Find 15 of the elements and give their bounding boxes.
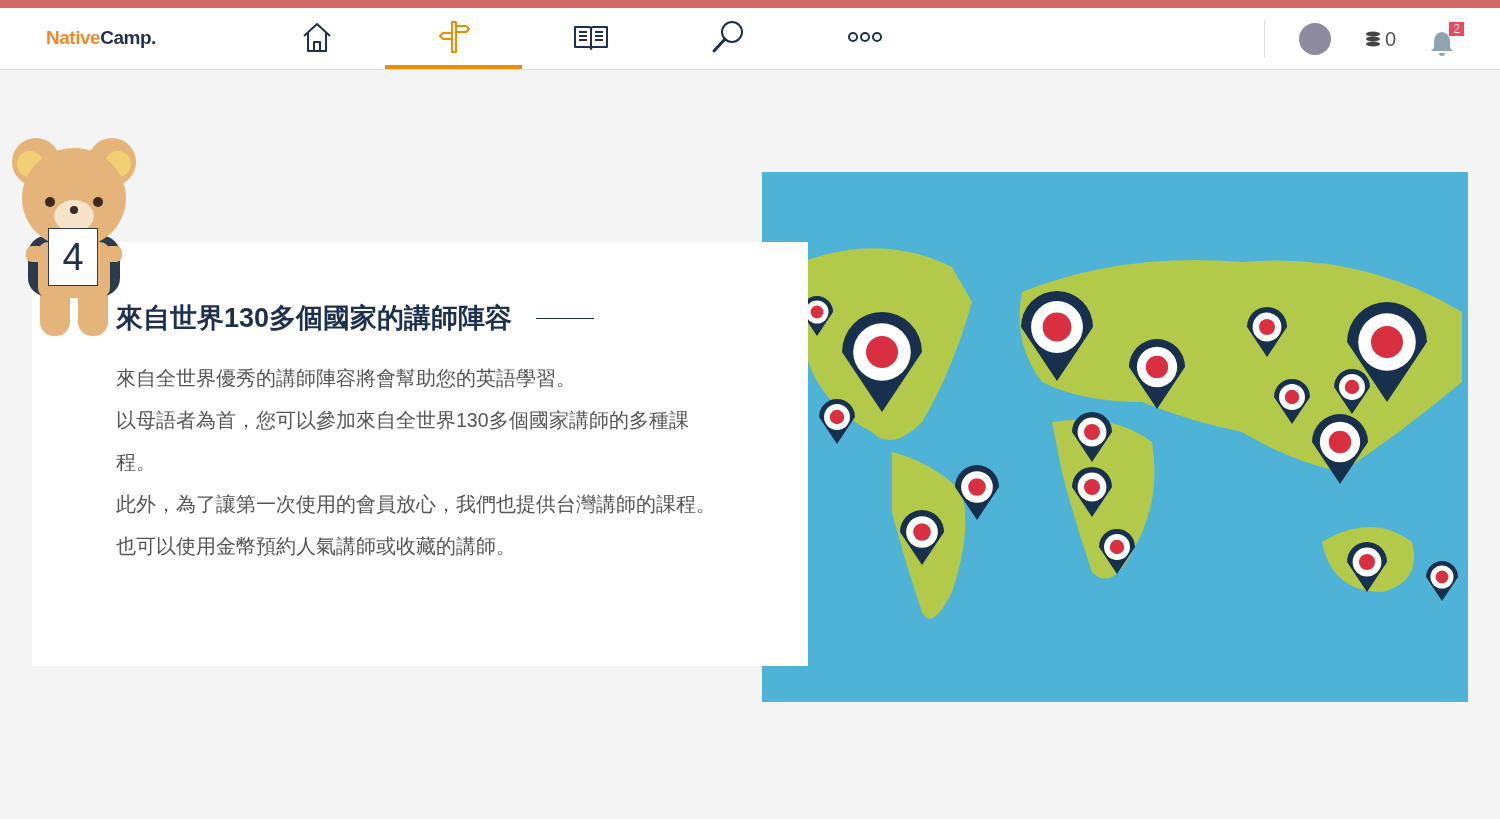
feature-paragraph: 來自全世界優秀的講師陣容將會幫助您的英語學習。 bbox=[116, 365, 577, 391]
bell-icon bbox=[1430, 29, 1454, 56]
coin-count: 0 bbox=[1384, 26, 1396, 52]
avatar[interactable] bbox=[1298, 22, 1331, 55]
signpost-icon bbox=[436, 19, 471, 54]
notification-badge: 2 bbox=[1449, 21, 1464, 36]
feature-paragraph: 也可以使用金幣預約人氣講師或收藏的講師。 bbox=[116, 533, 517, 559]
number-card: 4 bbox=[48, 228, 98, 286]
more-icon bbox=[846, 30, 883, 43]
coins-icon bbox=[1364, 29, 1381, 48]
feature-paragraph: 以母語者為首，您可以參加來自全世界130多個國家講師的多種課程。 bbox=[116, 407, 690, 475]
notifications-button[interactable]: 2 bbox=[1430, 21, 1464, 56]
logo[interactable]: NativeCamp. bbox=[0, 8, 248, 69]
feature-title: 來自世界130多個國家的講師陣容 bbox=[116, 302, 513, 335]
feature-paragraph: 此外，為了讓第一次使用的會員放心，我們也提供台灣講師的課程。 bbox=[116, 491, 717, 517]
